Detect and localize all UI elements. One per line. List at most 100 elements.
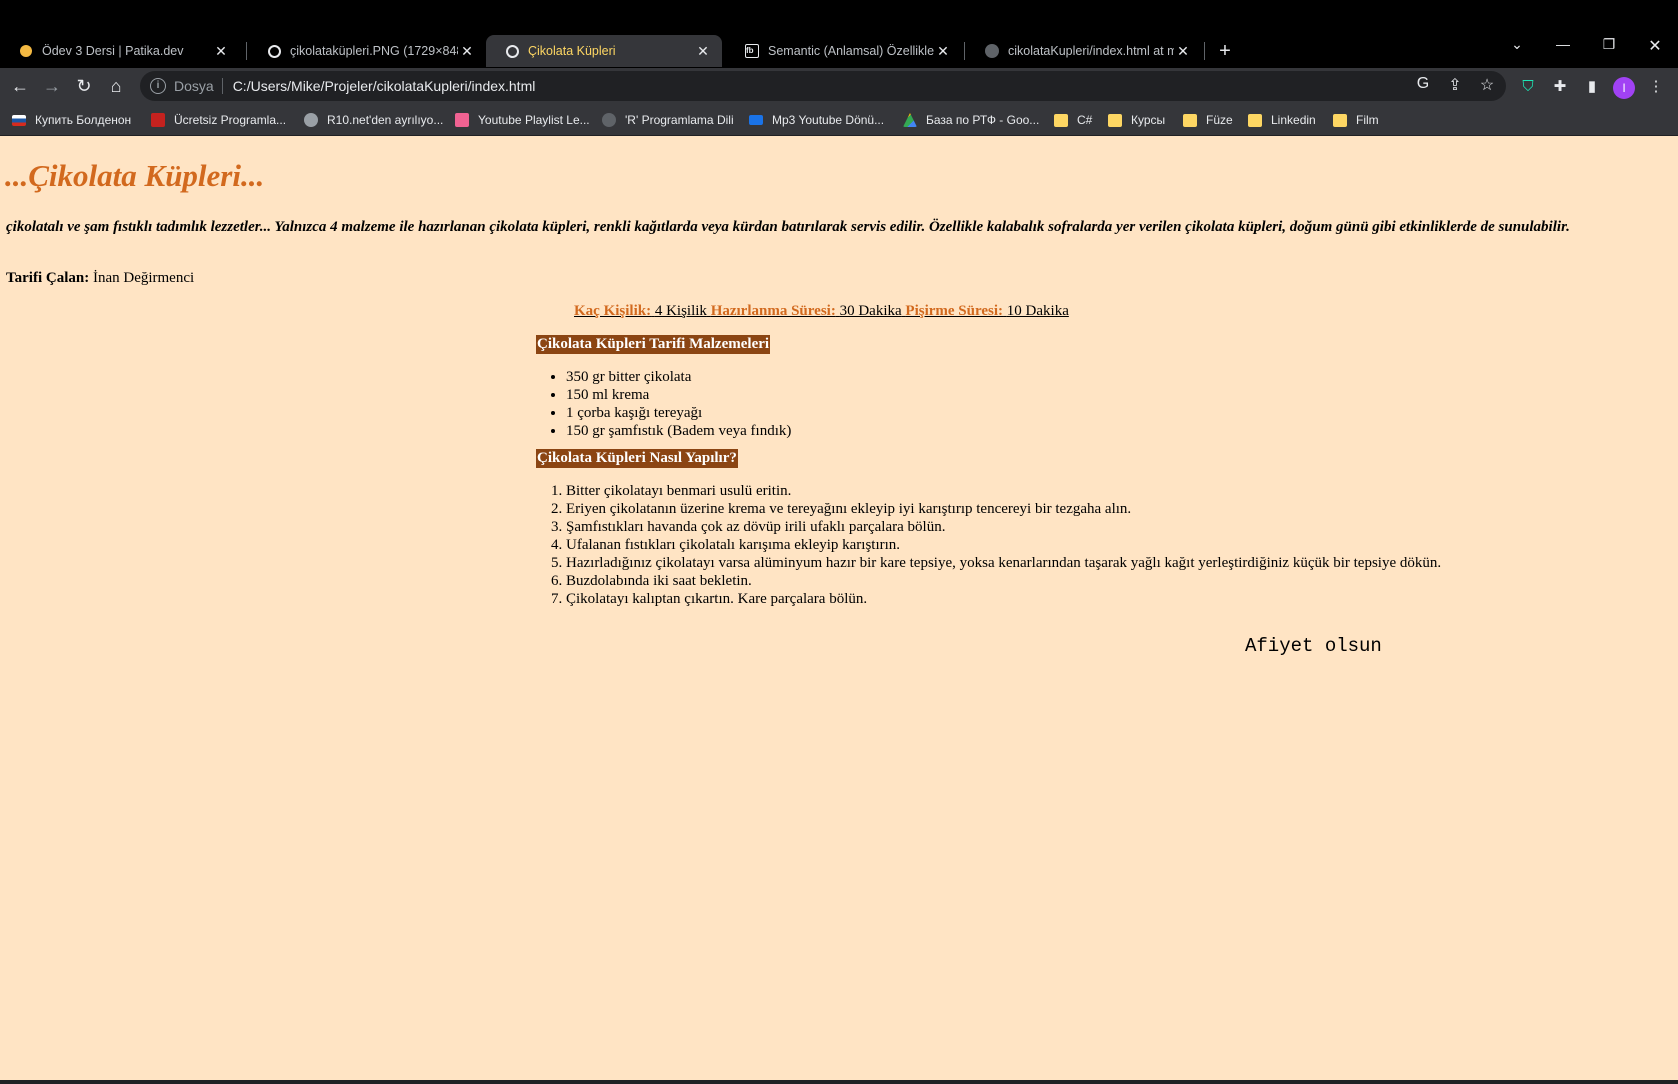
tab-strip: Ödev 3 Dersi | Patika.dev ✕ çikolataküpl… [0,0,1678,68]
bookmark-label: База по РТФ - Goo... [926,113,1040,127]
menu-kebab-icon[interactable]: ⋮ [1646,77,1666,97]
bookmark-label: C# [1077,113,1093,127]
recipe-intro: çikolatalı ve şam fıstıklı tadımlık lezz… [6,219,1570,235]
close-tab-icon[interactable]: ✕ [212,43,230,60]
window-bottom-edge [0,1080,1678,1084]
closing-note: Afiyet olsun [1245,635,1382,657]
restore-button[interactable]: ❐ [1589,36,1629,53]
bookmark-item[interactable]: Youtube Playlist Le... [455,110,590,130]
step-item: Ufalanan fıstıkları çikolatalı karışıma … [566,536,1441,554]
back-arrow-icon[interactable]: ← [8,74,32,98]
tab-github[interactable]: cikolataKupleri/index.html at ma ✕ [966,35,1202,67]
tab-semantic[interactable]: fb Semantic (Anlamsal) Özellikler ve ✕ [726,35,962,67]
tab-title: cikolataKupleri/index.html at ma [1008,44,1174,58]
close-tab-icon[interactable]: ✕ [934,43,952,60]
bookmark-label: Курсы [1131,113,1166,127]
bookmark-item[interactable]: R10.net'den ayrılıyo... [304,110,443,130]
page-viewport: ...Çikolata Küpleri... çikolatalı ve şam… [0,136,1678,1080]
bookmark-folder[interactable]: Курсы [1108,110,1165,130]
tab-title: çikolataküpleri.PNG (1729×848) [290,44,458,58]
step-item: Eriyen çikolatanın üzerine krema ve tere… [566,500,1441,518]
tab-image[interactable]: çikolataküpleri.PNG (1729×848) ✕ [248,35,486,67]
step-item: Hazırladığınız çikolatayı varsa alüminyu… [566,554,1441,572]
reload-icon[interactable]: ↻ [72,74,96,98]
bookmark-label: Füze [1206,113,1233,127]
tab-title: Semantic (Anlamsal) Özellikler ve [768,44,934,58]
ingredient-item: 350 gr bitter çikolata [566,368,791,386]
folder-icon [1333,113,1347,127]
side-panel-icon[interactable]: ▮ [1582,77,1602,97]
minimize-button[interactable]: — [1543,36,1583,52]
bookmark-item[interactable]: Ücretsiz Programla... [151,110,286,130]
tab-title: Çikolata Küpleri [528,44,616,58]
bookmarks-bar: Купить Болденон Ücretsiz Programla... R1… [0,104,1678,136]
globe-icon [266,43,282,59]
prep-time-label: Hazırlanma Süresi: [710,303,836,319]
music-note-icon [455,113,469,127]
bookmark-label: Youtube Playlist Le... [478,113,590,127]
new-tab-button[interactable]: + [1212,38,1238,64]
servings-value: 4 Kişilik [654,303,707,319]
cook-time-value: 10 Dakika [1006,303,1069,319]
address-divider [221,78,223,94]
forward-arrow-icon[interactable]: → [40,74,64,98]
bookmark-item[interactable]: Mp3 Youtube Dönü... [749,110,884,130]
author-label: Tarifi Çalan: [6,270,90,286]
russia-flag-icon [12,114,26,126]
close-tab-icon[interactable]: ✕ [694,43,712,60]
recipe-author: Tarifi Çalan: İnan Değirmenci [6,270,194,287]
bookmark-item[interactable]: 'R' Programlama Dili [602,110,734,130]
bookmark-label: Linkedin [1271,113,1316,127]
bookmark-star-icon[interactable]: ☆ [1476,75,1498,95]
bookmark-folder[interactable]: Füze [1183,110,1233,130]
close-window-button[interactable]: ✕ [1635,36,1675,56]
globe-icon [602,113,616,127]
tab-separator [964,42,965,60]
bookmark-item[interactable]: Купить Болденон [12,110,131,130]
step-item: Çikolatayı kalıptan çıkartın. Kare parça… [566,590,1441,608]
step-item: Buzdolabında iki saat bekletin. [566,572,1441,590]
folder-icon [1248,113,1262,127]
info-icon[interactable]: i [150,78,166,94]
tab-patika[interactable]: Ödev 3 Dersi | Patika.dev ✕ [0,35,240,67]
extensions-puzzle-icon[interactable]: ✚ [1550,77,1570,97]
home-icon[interactable]: ⌂ [104,74,128,98]
step-item: Şamfıstıkları havanda çok az dövüp irili… [566,518,1441,536]
r10-favicon-icon [304,113,318,127]
fb-favicon-icon: fb [744,43,760,59]
tab-separator [246,42,247,60]
cook-time-label: Pişirme Süresi: [905,303,1004,319]
tab-search-chevron-icon[interactable]: ⌄ [1497,36,1537,53]
bookmark-label: Купить Болденон [35,113,132,127]
bookmark-folder[interactable]: Film [1333,110,1379,130]
ingredients-list: 350 gr bitter çikolata 150 ml krema 1 ço… [566,368,791,440]
bookmark-folder[interactable]: C# [1054,110,1092,130]
recipe-meta: Kaç Kişilik: 4 Kişilik Hazırlanma Süresi… [574,303,1069,320]
bookmark-label: 'R' Programlama Dili [625,113,734,127]
bookmark-folder[interactable]: Linkedin [1248,110,1316,130]
author-name: İnan Değirmenci [92,270,195,286]
bookmark-item[interactable]: База по РТФ - Goo... [903,110,1039,130]
close-tab-icon[interactable]: ✕ [458,43,476,60]
file-scheme-label: Dosya [174,78,214,94]
address-bar[interactable]: i Dosya C:/Users/Mike/Projeler/cikolataK… [140,71,1506,101]
steps-list: Bitter çikolatayı benmari usulü eritin. … [566,482,1441,608]
globe-icon [504,43,520,59]
share-icon[interactable]: ⇪ [1444,75,1466,95]
tab-separator [1204,42,1205,60]
profile-avatar[interactable]: I [1613,77,1635,99]
site-favicon-icon [151,113,165,127]
youtube-mp3-icon [749,115,763,125]
ingredient-item: 150 ml krema [566,386,791,404]
close-tab-icon[interactable]: ✕ [1174,43,1192,60]
url-text[interactable]: C:/Users/Mike/Projeler/cikolataKupleri/i… [233,78,536,94]
ingredient-item: 150 gr şamfıstık (Badem veya fındık) [566,422,791,440]
extension-shield-icon[interactable]: ⛉ [1518,77,1538,97]
bookmark-label: Film [1356,113,1379,127]
folder-icon [1183,113,1197,127]
browser-toolbar: ← → ↻ ⌂ i Dosya C:/Users/Mike/Projeler/c… [0,68,1678,104]
google-icon[interactable]: G [1412,75,1434,93]
tab-cikolata-kupleri[interactable]: Çikolata Küpleri ✕ [486,35,722,67]
github-icon [984,43,1000,59]
ingredient-item: 1 çorba kaşığı tereyağı [566,404,791,422]
